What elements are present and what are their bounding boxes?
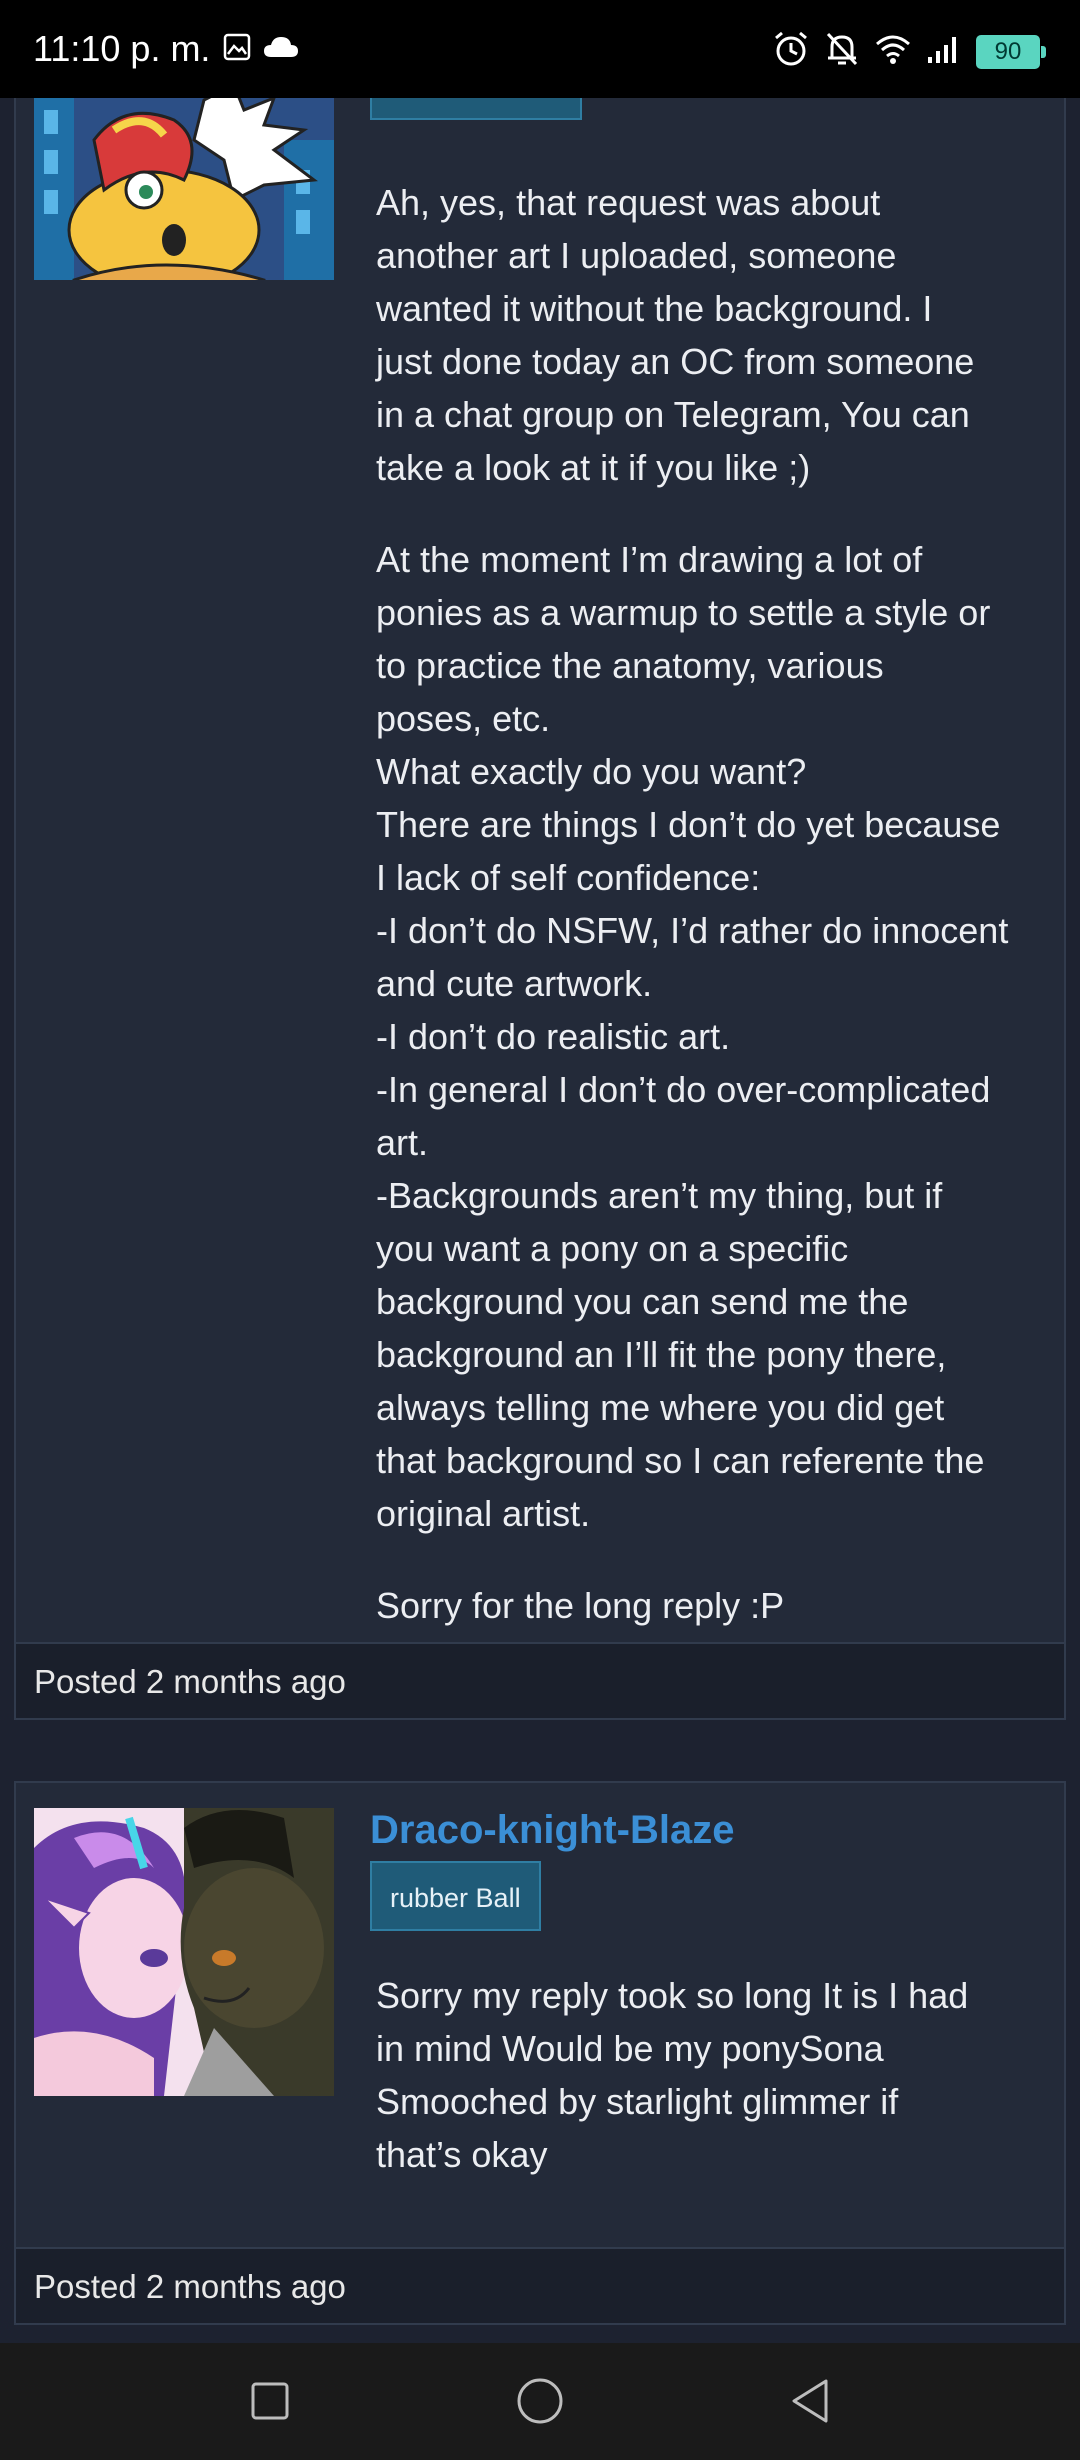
avatar[interactable] bbox=[34, 1808, 334, 2096]
text-line: -In general I don’t do over-complicated bbox=[376, 1069, 991, 1110]
home-button[interactable] bbox=[510, 2371, 570, 2431]
status-left-icons bbox=[222, 32, 300, 67]
text-line: art. bbox=[376, 1122, 429, 1163]
text-line: I lack of self confidence: bbox=[376, 857, 761, 898]
navigation-bar bbox=[0, 2343, 1080, 2460]
user-badge: Perfect Glass bbox=[370, 98, 582, 120]
text-line: Sorry for the long reply :P bbox=[376, 1585, 785, 1626]
text-line: to practice the anatomy, various bbox=[376, 645, 884, 686]
post-paragraph: At the moment I’m drawing a lot of ponie… bbox=[376, 533, 1066, 1540]
text-line: background an I’ll fit the pony there, bbox=[376, 1334, 947, 1375]
post-footer: Posted 2 months ago bbox=[16, 2247, 1064, 2323]
signal-icon bbox=[926, 33, 962, 70]
text-line: Ah, yes, that request was about bbox=[376, 182, 881, 223]
cloud-icon bbox=[262, 32, 300, 67]
gallery-icon bbox=[222, 32, 252, 67]
text-line: just done today an OC from someone bbox=[376, 341, 975, 382]
post-card: Perfect Glass Ah, yes, that request was … bbox=[14, 98, 1066, 1720]
avatar[interactable] bbox=[34, 98, 334, 280]
text-line: -I don’t do realistic art. bbox=[376, 1016, 731, 1057]
wifi-icon bbox=[874, 32, 912, 71]
mute-icon bbox=[824, 30, 860, 73]
text-line: background you can send me the bbox=[376, 1281, 909, 1322]
text-line: ponies as a warmup to settle a style or bbox=[376, 592, 991, 633]
status-time: 11:10 p. m. bbox=[33, 28, 211, 69]
text-line: in a chat group on Telegram, You can bbox=[376, 394, 970, 435]
recents-button[interactable] bbox=[240, 2371, 300, 2431]
post-paragraph: Sorry my reply took so long It is I had … bbox=[376, 1969, 1066, 2181]
status-bar: 11:10 p. m. 90 bbox=[0, 0, 1080, 98]
text-line: always telling me where you did get bbox=[376, 1387, 945, 1428]
text-line: take a look at it if you like ;) bbox=[376, 447, 811, 488]
forum-thread: Perfect Glass Ah, yes, that request was … bbox=[0, 98, 1080, 2343]
text-line: that’s okay bbox=[376, 2134, 548, 2175]
alarm-icon bbox=[772, 30, 810, 73]
post-body: Sorry my reply took so long It is I had … bbox=[376, 1969, 1066, 2181]
username-link[interactable]: Draco-knight-Blaze bbox=[370, 1805, 735, 1855]
text-line: Smooched by starlight glimmer if bbox=[376, 2081, 899, 2122]
square-icon bbox=[251, 2382, 289, 2420]
text-line: and cute artwork. bbox=[376, 963, 653, 1004]
text-line: poses, etc. bbox=[376, 698, 551, 739]
circle-icon bbox=[517, 2378, 563, 2424]
post-paragraph: Ah, yes, that request was about another … bbox=[376, 176, 1066, 494]
text-line: -Backgrounds aren’t my thing, but if bbox=[376, 1175, 943, 1216]
text-line: At the moment I’m drawing a lot of bbox=[376, 539, 923, 580]
post-paragraph: Sorry for the long reply :P bbox=[376, 1579, 1066, 1632]
battery-icon: 90 bbox=[976, 34, 1046, 69]
back-button[interactable] bbox=[780, 2371, 840, 2431]
post-footer: Posted 2 months ago bbox=[16, 1642, 1064, 1718]
status-right-icons: 90 bbox=[772, 30, 1046, 73]
text-line: wanted it without the background. I bbox=[376, 288, 933, 329]
text-line: There are things I don’t do yet because bbox=[376, 804, 1001, 845]
post-body: Ah, yes, that request was about another … bbox=[376, 176, 1066, 1632]
text-line: in mind Would be my ponySona bbox=[376, 2028, 884, 2069]
text-line: another art I uploaded, someone bbox=[376, 235, 897, 276]
text-line: you want a pony on a specific bbox=[376, 1228, 849, 1269]
user-badge: rubber Ball bbox=[370, 1861, 541, 1931]
text-line: that background so I can referente the bbox=[376, 1440, 985, 1481]
text-line: Sorry my reply took so long It is I had bbox=[376, 1975, 969, 2016]
text-line: original artist. bbox=[376, 1493, 591, 1534]
post-card: Draco-knight-Blaze rubber Ball Sorry my … bbox=[14, 1781, 1066, 2325]
triangle-back-icon bbox=[792, 2379, 828, 2423]
text-line: -I don’t do NSFW, I’d rather do innocent bbox=[376, 910, 1009, 951]
text-line: What exactly do you want? bbox=[376, 751, 807, 792]
